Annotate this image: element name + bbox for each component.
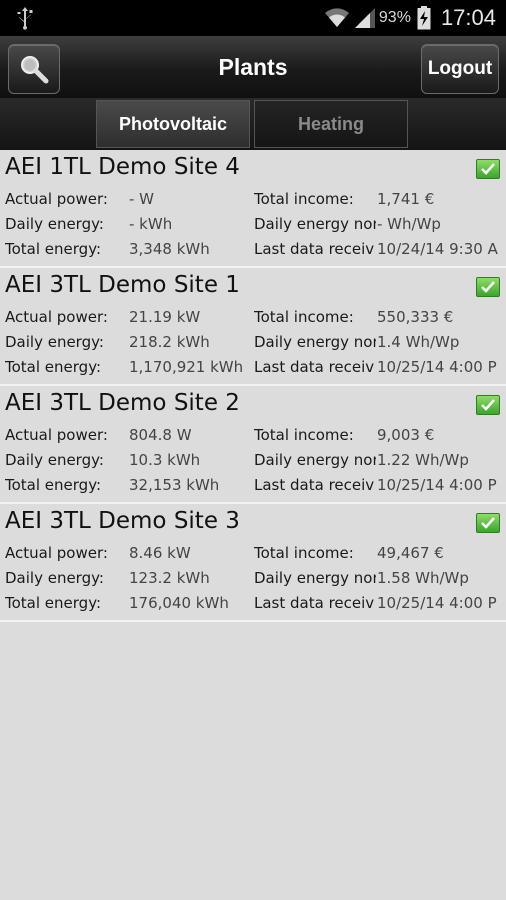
last-data-label: Last data receiv (254, 476, 375, 494)
total-income-label: Total income: (254, 426, 354, 444)
daily-energy-label: Daily energy: (5, 215, 104, 233)
daily-energy-value: 10.3 kWh (129, 451, 201, 469)
total-energy-value: 1,170,921 kWh (129, 358, 244, 376)
daily-energy-value: 218.2 kWh (129, 333, 210, 351)
actual-power-label: Actual power: (5, 308, 108, 326)
daily-energy-norm-label: Daily energy nor (254, 569, 376, 587)
total-energy-label: Total energy: (5, 240, 102, 258)
actual-power-value: 21.19 kW (129, 308, 201, 326)
daily-energy-label: Daily energy: (5, 451, 104, 469)
plants-list: AEI 1TL Demo Site 4 Actual power: - W To… (0, 150, 506, 622)
daily-energy-norm-value: 1.58 Wh/Wp (377, 569, 469, 587)
clock: 17:04 (440, 5, 496, 30)
plant-name: AEI 3TL Demo Site 1 (5, 272, 240, 298)
actual-power-label: Actual power: (5, 190, 108, 208)
logout-button[interactable]: Logout (421, 44, 499, 94)
total-income-value: 1,741 € (377, 190, 435, 208)
total-income-value: 550,333 € (377, 308, 454, 326)
checkbox-checked-icon (476, 395, 500, 415)
daily-energy-norm-label: Daily energy nor (254, 333, 376, 351)
actual-power-label: Actual power: (5, 544, 108, 562)
battery-charging-icon (417, 6, 431, 30)
daily-energy-norm-value: - Wh/Wp (377, 215, 441, 233)
total-income-label: Total income: (254, 308, 354, 326)
actual-power-label: Actual power: (5, 426, 108, 444)
search-icon (21, 56, 49, 84)
checkbox-checked-icon (476, 277, 500, 297)
status-bar: 93% 17:04 (0, 0, 506, 36)
total-energy-label: Total energy: (5, 476, 102, 494)
daily-energy-label: Daily energy: (5, 569, 104, 587)
last-data-value: 10/25/14 4:00 P (377, 594, 497, 612)
last-data-value: 10/25/14 4:00 P (377, 476, 497, 494)
search-button[interactable] (8, 44, 60, 94)
battery-percent: 93% (378, 9, 411, 26)
tab-photovoltaic[interactable]: Photovoltaic (96, 100, 250, 148)
actual-power-value: 8.46 kW (129, 544, 191, 562)
plant-item[interactable]: AEI 3TL Demo Site 2 Actual power: 804.8 … (0, 386, 506, 504)
last-data-label: Last data receiv (254, 358, 375, 376)
action-bar: Plants Logout (0, 36, 506, 99)
tab-bar: Photovoltaic Heating (0, 98, 506, 150)
total-income-label: Total income: (254, 190, 354, 208)
checkbox-checked-icon (476, 159, 500, 179)
checkbox-checked-icon (476, 513, 500, 533)
last-data-label: Last data receiv (254, 594, 375, 612)
usb-icon (17, 7, 33, 30)
daily-energy-norm-value: 1.4 Wh/Wp (377, 333, 460, 351)
signal-icon (354, 8, 375, 28)
actual-power-value: 804.8 W (129, 426, 192, 444)
total-energy-label: Total energy: (5, 358, 102, 376)
last-data-value: 10/24/14 9:30 A (377, 240, 498, 258)
total-energy-label: Total energy: (5, 594, 102, 612)
total-income-value: 9,003 € (377, 426, 435, 444)
daily-energy-norm-label: Daily energy nor (254, 215, 376, 233)
total-energy-value: 176,040 kWh (129, 594, 229, 612)
total-income-value: 49,467 € (377, 544, 444, 562)
total-income-label: Total income: (254, 544, 354, 562)
daily-energy-norm-value: 1.22 Wh/Wp (377, 451, 469, 469)
last-data-value: 10/25/14 4:00 P (377, 358, 497, 376)
plant-name: AEI 1TL Demo Site 4 (5, 154, 240, 180)
daily-energy-norm-label: Daily energy nor (254, 451, 376, 469)
daily-energy-value: - kWh (129, 215, 173, 233)
tab-heating[interactable]: Heating (254, 100, 408, 148)
wifi-icon (324, 8, 349, 27)
total-energy-value: 32,153 kWh (129, 476, 220, 494)
plant-name: AEI 3TL Demo Site 3 (5, 508, 240, 534)
plant-item[interactable]: AEI 3TL Demo Site 1 Actual power: 21.19 … (0, 268, 506, 386)
actual-power-value: - W (129, 190, 155, 208)
daily-energy-value: 123.2 kWh (129, 569, 210, 587)
last-data-label: Last data receiv (254, 240, 375, 258)
plant-name: AEI 3TL Demo Site 2 (5, 390, 240, 416)
daily-energy-label: Daily energy: (5, 333, 104, 351)
plant-item[interactable]: AEI 1TL Demo Site 4 Actual power: - W To… (0, 150, 506, 268)
total-energy-value: 3,348 kWh (129, 240, 210, 258)
plant-item[interactable]: AEI 3TL Demo Site 3 Actual power: 8.46 k… (0, 504, 506, 622)
